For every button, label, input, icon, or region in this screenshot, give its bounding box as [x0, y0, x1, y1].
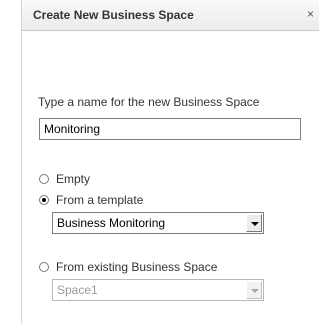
create-business-space-dialog: Create New Business Space × Type a name … — [21, 0, 319, 324]
template-radio[interactable] — [39, 195, 49, 205]
existing-radio-label: From existing Business Space — [56, 260, 218, 274]
space-name-input[interactable] — [39, 118, 301, 140]
empty-radio-label: Empty — [56, 172, 91, 186]
existing-select-value: Space1 — [57, 283, 98, 297]
radio-option-existing[interactable]: From existing Business Space — [39, 259, 217, 275]
chevron-down-icon — [246, 281, 262, 299]
dialog-titlebar: Create New Business Space × — [22, 0, 319, 31]
chevron-down-icon[interactable] — [246, 214, 262, 232]
template-radio-label: From a template — [56, 193, 144, 207]
dialog-title: Create New Business Space — [33, 8, 194, 22]
template-select-value: Business Monitoring — [57, 216, 166, 230]
close-icon[interactable]: × — [307, 7, 314, 21]
empty-radio[interactable] — [39, 174, 49, 184]
template-select[interactable]: Business Monitoring — [52, 212, 264, 234]
radio-option-empty[interactable]: Empty — [39, 171, 90, 187]
name-prompt-label: Type a name for the new Business Space — [38, 95, 260, 109]
existing-radio[interactable] — [39, 262, 49, 272]
existing-space-select: Space1 — [52, 279, 264, 301]
radio-option-template[interactable]: From a template — [39, 192, 143, 208]
